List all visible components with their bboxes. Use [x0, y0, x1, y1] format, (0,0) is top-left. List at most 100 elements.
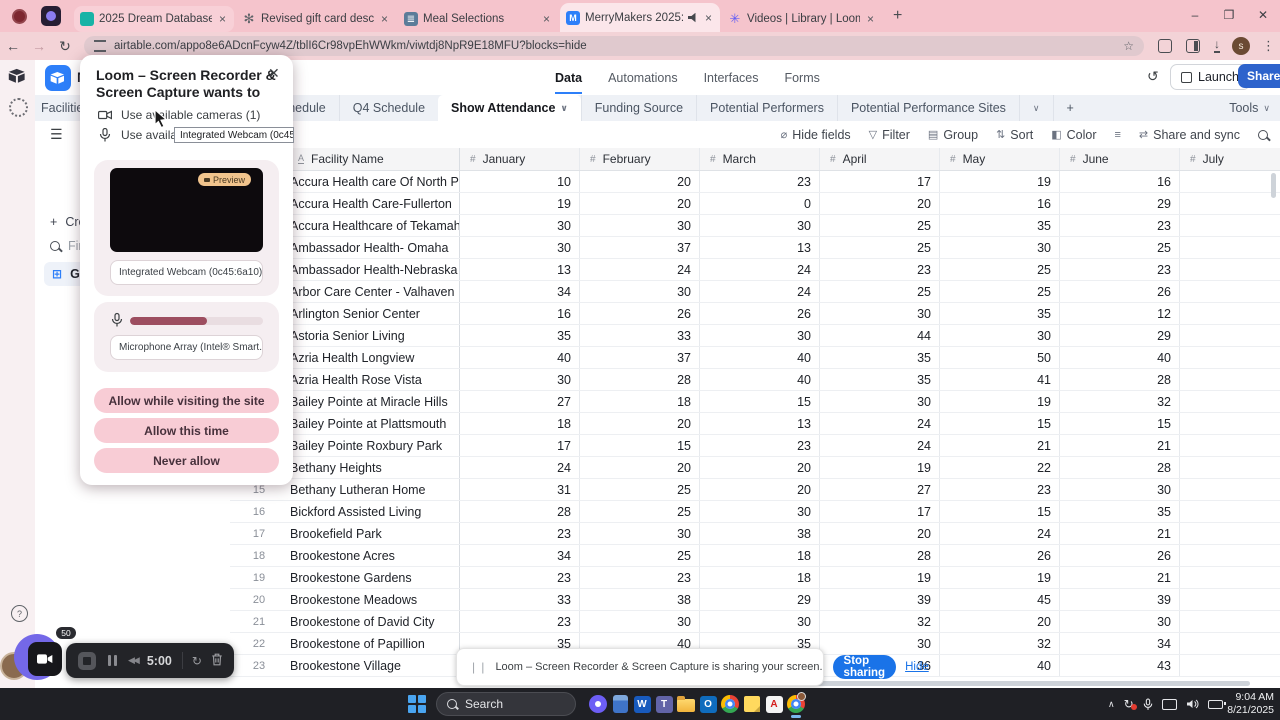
cell-facility-name[interactable]: Arlington Senior Center — [288, 303, 460, 324]
cell-value[interactable] — [1180, 171, 1280, 192]
cell-value[interactable] — [1180, 589, 1280, 610]
cell-value[interactable]: 35 — [1060, 501, 1180, 522]
cell-value[interactable]: 23 — [700, 171, 820, 192]
cell-value[interactable]: 45 — [940, 589, 1060, 610]
cell-value[interactable]: 23 — [460, 611, 580, 632]
camera-select[interactable]: Integrated Webcam (0c45:6a10)▼ — [110, 260, 263, 285]
cell-value[interactable]: 30 — [1060, 479, 1180, 500]
column-header-june[interactable]: # June — [1060, 148, 1180, 170]
column-header-january[interactable]: # January — [460, 148, 580, 170]
column-header-march[interactable]: # March — [700, 148, 820, 170]
side-panel-icon[interactable] — [1186, 39, 1200, 53]
extensions-icon[interactable] — [1158, 39, 1172, 53]
cell-value[interactable]: 30 — [580, 523, 700, 544]
cell-value[interactable]: 24 — [460, 457, 580, 478]
search-icon[interactable] — [1258, 129, 1268, 140]
cell-value[interactable]: 40 — [1060, 347, 1180, 368]
maximize-button[interactable]: ❐ — [1212, 8, 1246, 22]
cell-value[interactable] — [1180, 567, 1280, 588]
table-row[interactable]: 1Accura Health care Of North Platte10202… — [230, 171, 1280, 193]
cell-facility-name[interactable]: Brookestone Gardens — [288, 567, 460, 588]
cell-value[interactable]: 30 — [820, 391, 940, 412]
cell-value[interactable]: 20 — [700, 457, 820, 478]
table-row[interactable]: 2Accura Health Care-Fullerton19200201629 — [230, 193, 1280, 215]
cell-value[interactable]: 19 — [820, 457, 940, 478]
cell-value[interactable]: 38 — [700, 523, 820, 544]
cell-value[interactable]: 41 — [940, 369, 1060, 390]
cell-value[interactable] — [1180, 215, 1280, 236]
cell-value[interactable]: 19 — [940, 567, 1060, 588]
cell-value[interactable]: 29 — [1060, 193, 1180, 214]
cell-value[interactable] — [1180, 435, 1280, 456]
tab-close-icon[interactable]: × — [703, 11, 714, 25]
cell-value[interactable]: 33 — [580, 325, 700, 346]
add-table-button[interactable]: + — [1052, 95, 1087, 121]
cell-facility-name[interactable]: Accura Healthcare of Tekamah — [288, 215, 460, 236]
cell-value[interactable]: 20 — [940, 611, 1060, 632]
view-sidebar-toggle-icon[interactable]: ☰ — [50, 126, 63, 143]
cell-value[interactable] — [1180, 457, 1280, 478]
color-button[interactable]: ◧ Color — [1051, 128, 1096, 142]
share-and-sync-button[interactable]: ⇄ Share and sync — [1139, 128, 1240, 142]
cell-value[interactable]: 16 — [460, 303, 580, 324]
cell-facility-name[interactable]: Brookestone Meadows — [288, 589, 460, 610]
cell-facility-name[interactable]: Brookefield Park — [288, 523, 460, 544]
cell-facility-name[interactable]: Ambassador Health- Omaha — [288, 237, 460, 258]
cell-value[interactable]: 25 — [820, 281, 940, 302]
cell-value[interactable]: 38 — [580, 589, 700, 610]
taskbar-acrobat-icon[interactable]: A — [764, 693, 784, 715]
tab-close-icon[interactable]: × — [217, 12, 228, 26]
cell-value[interactable]: 18 — [580, 391, 700, 412]
cell-value[interactable]: 28 — [580, 369, 700, 390]
cell-value[interactable]: 25 — [580, 501, 700, 522]
cell-value[interactable]: 50 — [940, 347, 1060, 368]
cell-value[interactable]: 20 — [820, 523, 940, 544]
back-button[interactable]: ← — [0, 38, 26, 54]
cell-value[interactable] — [1180, 391, 1280, 412]
column-header-april[interactable]: # April — [820, 148, 940, 170]
cell-facility-name[interactable]: Ambassador Health-Nebraska City — [288, 259, 460, 280]
cell-value[interactable]: 25 — [580, 479, 700, 500]
cell-value[interactable]: 24 — [580, 259, 700, 280]
table-row[interactable]: 6Arbor Care Center - Valhaven34302425252… — [230, 281, 1280, 303]
cell-value[interactable]: 39 — [1060, 589, 1180, 610]
cell-value[interactable]: 32 — [820, 611, 940, 632]
table-row[interactable]: 20 Brookestone Meadows 33 38 29 39 45 39 — [230, 589, 1280, 611]
dialog-close-icon[interactable]: ✕ — [268, 65, 280, 82]
display-tray-icon[interactable] — [1161, 698, 1177, 710]
restart-recording-icon[interactable]: ↻ — [192, 654, 202, 668]
cell-value[interactable]: 18 — [700, 567, 820, 588]
cell-value[interactable] — [1180, 655, 1280, 676]
cell-value[interactable]: 30 — [580, 611, 700, 632]
cell-value[interactable] — [1180, 325, 1280, 346]
cell-facility-name[interactable]: Bailey Pointe at Miracle Hills — [288, 391, 460, 412]
cell-value[interactable]: 13 — [460, 259, 580, 280]
cell-value[interactable]: 19 — [820, 567, 940, 588]
cell-value[interactable]: 25 — [940, 259, 1060, 280]
column-header-facility-name[interactable]: A Facility Name — [288, 148, 460, 170]
cell-value[interactable] — [1180, 611, 1280, 632]
cell-value[interactable]: 15 — [940, 413, 1060, 434]
forward-button[interactable]: → — [26, 38, 52, 54]
cell-value[interactable]: 23 — [460, 567, 580, 588]
new-tab-button[interactable]: + — [893, 7, 902, 25]
table-row[interactable]: 19 Brookestone Gardens 23 23 18 19 19 21 — [230, 567, 1280, 589]
cell-value[interactable]: 35 — [940, 303, 1060, 324]
browser-menu-icon[interactable]: ⋮ — [1262, 38, 1275, 54]
table-row[interactable]: 14Bethany Heights242020192228 — [230, 457, 1280, 479]
cell-value[interactable]: 44 — [820, 325, 940, 346]
volume-tray-icon[interactable] — [1186, 698, 1199, 710]
cell-value[interactable]: 20 — [580, 457, 700, 478]
cell-value[interactable]: 28 — [1060, 369, 1180, 390]
loom-extension-icon[interactable] — [41, 6, 61, 26]
cell-value[interactable]: 27 — [460, 391, 580, 412]
help-icon[interactable]: ? — [11, 605, 28, 622]
cell-value[interactable]: 35 — [940, 215, 1060, 236]
cell-value[interactable]: 16 — [940, 193, 1060, 214]
cell-value[interactable]: 32 — [1060, 391, 1180, 412]
drag-handle-icon[interactable]: ❘❘ — [469, 661, 487, 674]
table-row[interactable]: 5Ambassador Health-Nebraska City13242423… — [230, 259, 1280, 281]
share-button[interactable]: Share — [1238, 64, 1280, 88]
cell-value[interactable]: 28 — [820, 545, 940, 566]
cell-facility-name[interactable]: Accura Health Care-Fullerton — [288, 193, 460, 214]
